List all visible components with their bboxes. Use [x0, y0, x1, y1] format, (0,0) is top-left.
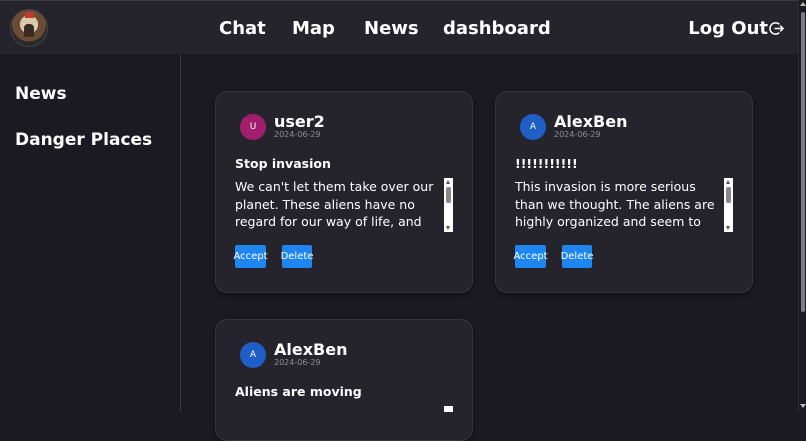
news-card: U user2 2024-06-29 Stop invasion We can'…: [215, 91, 473, 293]
scroll-thumb[interactable]: [726, 187, 731, 203]
news-card: A AlexBen 2024-06-29 Aliens are moving: [215, 319, 473, 441]
accept-button[interactable]: Accept: [513, 245, 548, 268]
scroll-down-icon: [726, 226, 730, 230]
card-title: Aliens are moving: [235, 384, 362, 399]
news-card: A AlexBen 2024-06-29 !!!!!!!!!!! This in…: [495, 91, 753, 293]
delete-button[interactable]: Delete: [281, 245, 313, 268]
nav-map[interactable]: Map: [292, 18, 335, 39]
page-scrollbar[interactable]: [798, 0, 806, 412]
card-body-scrollbar[interactable]: [444, 178, 453, 232]
logout-icon: [769, 22, 784, 35]
card-body-scrollbar[interactable]: [724, 178, 733, 232]
scroll-up-icon: [446, 180, 450, 184]
nav-dashboard[interactable]: dashboard: [443, 18, 551, 39]
card-body[interactable]: We can't let them take over our planet. …: [235, 178, 443, 230]
scroll-up-icon: [726, 180, 730, 184]
nav-chat[interactable]: Chat: [219, 18, 266, 39]
delete-button[interactable]: Delete: [561, 245, 593, 268]
app-logo[interactable]: [10, 9, 48, 47]
sidebar: News Danger Places: [0, 54, 181, 412]
scroll-down-icon[interactable]: [800, 404, 806, 408]
flag-icon: [25, 12, 34, 18]
card-username: AlexBen: [554, 112, 628, 131]
scroll-thumb[interactable]: [446, 187, 451, 203]
card-date: 2024-06-29: [274, 358, 321, 367]
card-body-scrollbar[interactable]: [444, 406, 453, 412]
avatar: A: [520, 114, 546, 140]
sidebar-item-news[interactable]: News: [15, 84, 67, 104]
scroll-thumb[interactable]: [801, 12, 805, 312]
card-date: 2024-06-29: [274, 130, 321, 139]
card-username: AlexBen: [274, 340, 348, 359]
card-title: !!!!!!!!!!!: [515, 156, 578, 171]
logout-label: Log Out: [688, 18, 768, 39]
avatar: A: [240, 342, 266, 368]
sidebar-item-danger-places[interactable]: Danger Places: [15, 130, 152, 150]
scroll-up-icon[interactable]: [800, 2, 806, 6]
card-date: 2024-06-29: [554, 130, 601, 139]
figure-icon: [24, 24, 34, 37]
card-username: user2: [274, 112, 325, 131]
scroll-down-icon: [446, 226, 450, 230]
card-title: Stop invasion: [235, 156, 331, 171]
logout-button[interactable]: Log Out: [688, 18, 784, 39]
nav-news[interactable]: News: [364, 18, 419, 39]
top-navbar: Chat Map News dashboard Log Out: [0, 0, 806, 54]
accept-button[interactable]: Accept: [233, 245, 268, 268]
card-body[interactable]: This invasion is more serious than we th…: [515, 178, 723, 230]
avatar: U: [240, 114, 266, 140]
